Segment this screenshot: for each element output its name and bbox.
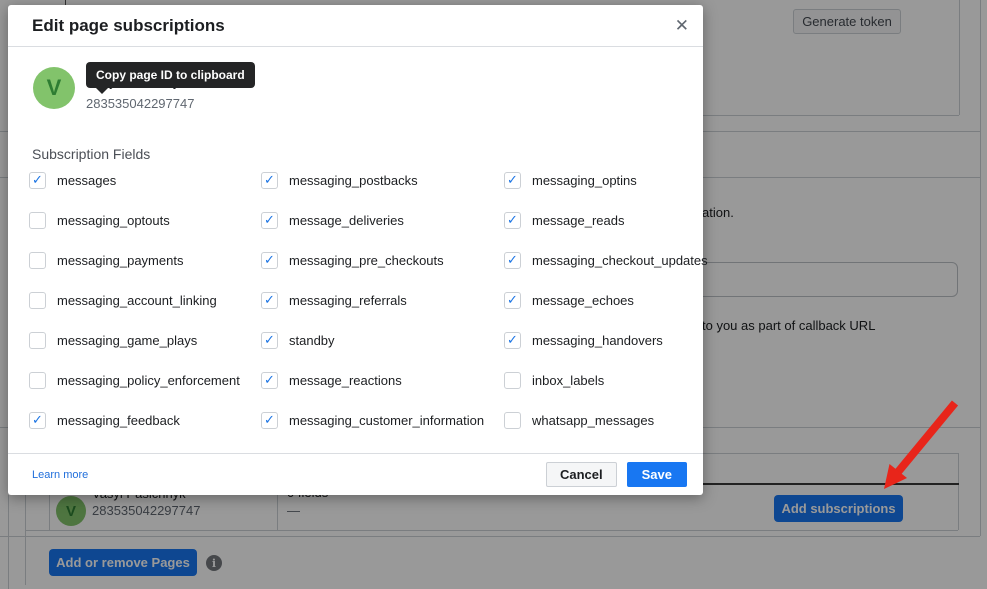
screen: Generate token ation. to you as part of … [0, 0, 987, 589]
field-label: message_reactions [289, 373, 402, 388]
field-label: message_reads [532, 213, 625, 228]
checked-checkbox-messaging_checkout_updates[interactable]: ✓ [504, 252, 521, 269]
unchecked-checkbox-messaging_optouts[interactable] [29, 212, 46, 229]
field-row-messaging_policy_enforcement: messaging_policy_enforcement [29, 370, 240, 390]
field-label: standby [289, 333, 335, 348]
subscription-fields-label: Subscription Fields [32, 146, 150, 162]
field-row-messages: ✓ messages [29, 170, 116, 190]
field-label: messaging_game_plays [57, 333, 197, 348]
checked-checkbox-messaging_pre_checkouts[interactable]: ✓ [261, 252, 278, 269]
field-label: messaging_account_linking [57, 293, 217, 308]
field-row-messaging_referrals: ✓ messaging_referrals [261, 290, 407, 310]
unchecked-checkbox-messaging_policy_enforcement[interactable] [29, 372, 46, 389]
checked-checkbox-message_echoes[interactable]: ✓ [504, 292, 521, 309]
unchecked-checkbox-whatsapp_messages[interactable] [504, 412, 521, 429]
field-row-messaging_pre_checkouts: ✓ messaging_pre_checkouts [261, 250, 444, 270]
checked-checkbox-message_reads[interactable]: ✓ [504, 212, 521, 229]
field-row-standby: ✓ standby [261, 330, 335, 350]
unchecked-checkbox-messaging_game_plays[interactable] [29, 332, 46, 349]
field-label: messaging_policy_enforcement [57, 373, 240, 388]
field-label: messaging_payments [57, 253, 183, 268]
dialog-footer: Learn more Cancel Save [8, 453, 703, 495]
checked-checkbox-messaging_customer_information[interactable]: ✓ [261, 412, 278, 429]
field-row-messaging_feedback: ✓ messaging_feedback [29, 410, 180, 430]
field-row-messaging_postbacks: ✓ messaging_postbacks [261, 170, 418, 190]
field-label: messaging_referrals [289, 293, 407, 308]
field-row-messaging_account_linking: messaging_account_linking [29, 290, 217, 310]
page-id[interactable]: 283535042297747 [86, 96, 194, 111]
dialog-header: Edit page subscriptions ✕ [8, 5, 703, 47]
field-label: messaging_postbacks [289, 173, 418, 188]
field-row-messaging_customer_information: ✓ messaging_customer_information [261, 410, 484, 430]
close-icon[interactable]: ✕ [675, 5, 689, 47]
checked-checkbox-standby[interactable]: ✓ [261, 332, 278, 349]
field-row-message_deliveries: ✓ message_deliveries [261, 210, 404, 230]
checked-checkbox-messaging_handovers[interactable]: ✓ [504, 332, 521, 349]
dialog-title: Edit page subscriptions [32, 16, 225, 36]
field-row-messaging_game_plays: messaging_game_plays [29, 330, 197, 350]
field-row-whatsapp_messages: whatsapp_messages [504, 410, 654, 430]
checked-checkbox-messages[interactable]: ✓ [29, 172, 46, 189]
field-row-inbox_labels: inbox_labels [504, 370, 604, 390]
field-row-messaging_optouts: messaging_optouts [29, 210, 170, 230]
checked-checkbox-message_deliveries[interactable]: ✓ [261, 212, 278, 229]
field-label: messaging_feedback [57, 413, 180, 428]
field-label: messaging_checkout_updates [532, 253, 708, 268]
field-label: messaging_optins [532, 173, 637, 188]
unchecked-checkbox-inbox_labels[interactable] [504, 372, 521, 389]
copy-page-id-tooltip: Copy page ID to clipboard [86, 62, 255, 88]
field-label: inbox_labels [532, 373, 604, 388]
field-label: message_echoes [532, 293, 634, 308]
field-row-messaging_checkout_updates: ✓ messaging_checkout_updates [504, 250, 708, 270]
unchecked-checkbox-messaging_account_linking[interactable] [29, 292, 46, 309]
field-label: messages [57, 173, 116, 188]
page-avatar: V [33, 67, 75, 109]
checked-checkbox-messaging_postbacks[interactable]: ✓ [261, 172, 278, 189]
checked-checkbox-messaging_feedback[interactable]: ✓ [29, 412, 46, 429]
checked-checkbox-messaging_optins[interactable]: ✓ [504, 172, 521, 189]
cancel-button[interactable]: Cancel [546, 462, 617, 487]
field-label: messaging_pre_checkouts [289, 253, 444, 268]
field-row-messaging_handovers: ✓ messaging_handovers [504, 330, 663, 350]
field-label: whatsapp_messages [532, 413, 654, 428]
field-label: messaging_handovers [532, 333, 663, 348]
field-row-messaging_payments: messaging_payments [29, 250, 183, 270]
learn-more-link[interactable]: Learn more [32, 469, 88, 481]
save-button[interactable]: Save [627, 462, 687, 487]
field-label: messaging_customer_information [289, 413, 484, 428]
checked-checkbox-messaging_referrals[interactable]: ✓ [261, 292, 278, 309]
unchecked-checkbox-messaging_payments[interactable] [29, 252, 46, 269]
field-row-message_reactions: ✓ message_reactions [261, 370, 402, 390]
field-row-message_reads: ✓ message_reads [504, 210, 625, 230]
edit-page-subscriptions-dialog: Edit page subscriptions ✕ V Vasyl Pasich… [8, 5, 703, 495]
field-label: messaging_optouts [57, 213, 170, 228]
checked-checkbox-message_reactions[interactable]: ✓ [261, 372, 278, 389]
field-row-message_echoes: ✓ message_echoes [504, 290, 634, 310]
field-row-messaging_optins: ✓ messaging_optins [504, 170, 637, 190]
field-label: message_deliveries [289, 213, 404, 228]
